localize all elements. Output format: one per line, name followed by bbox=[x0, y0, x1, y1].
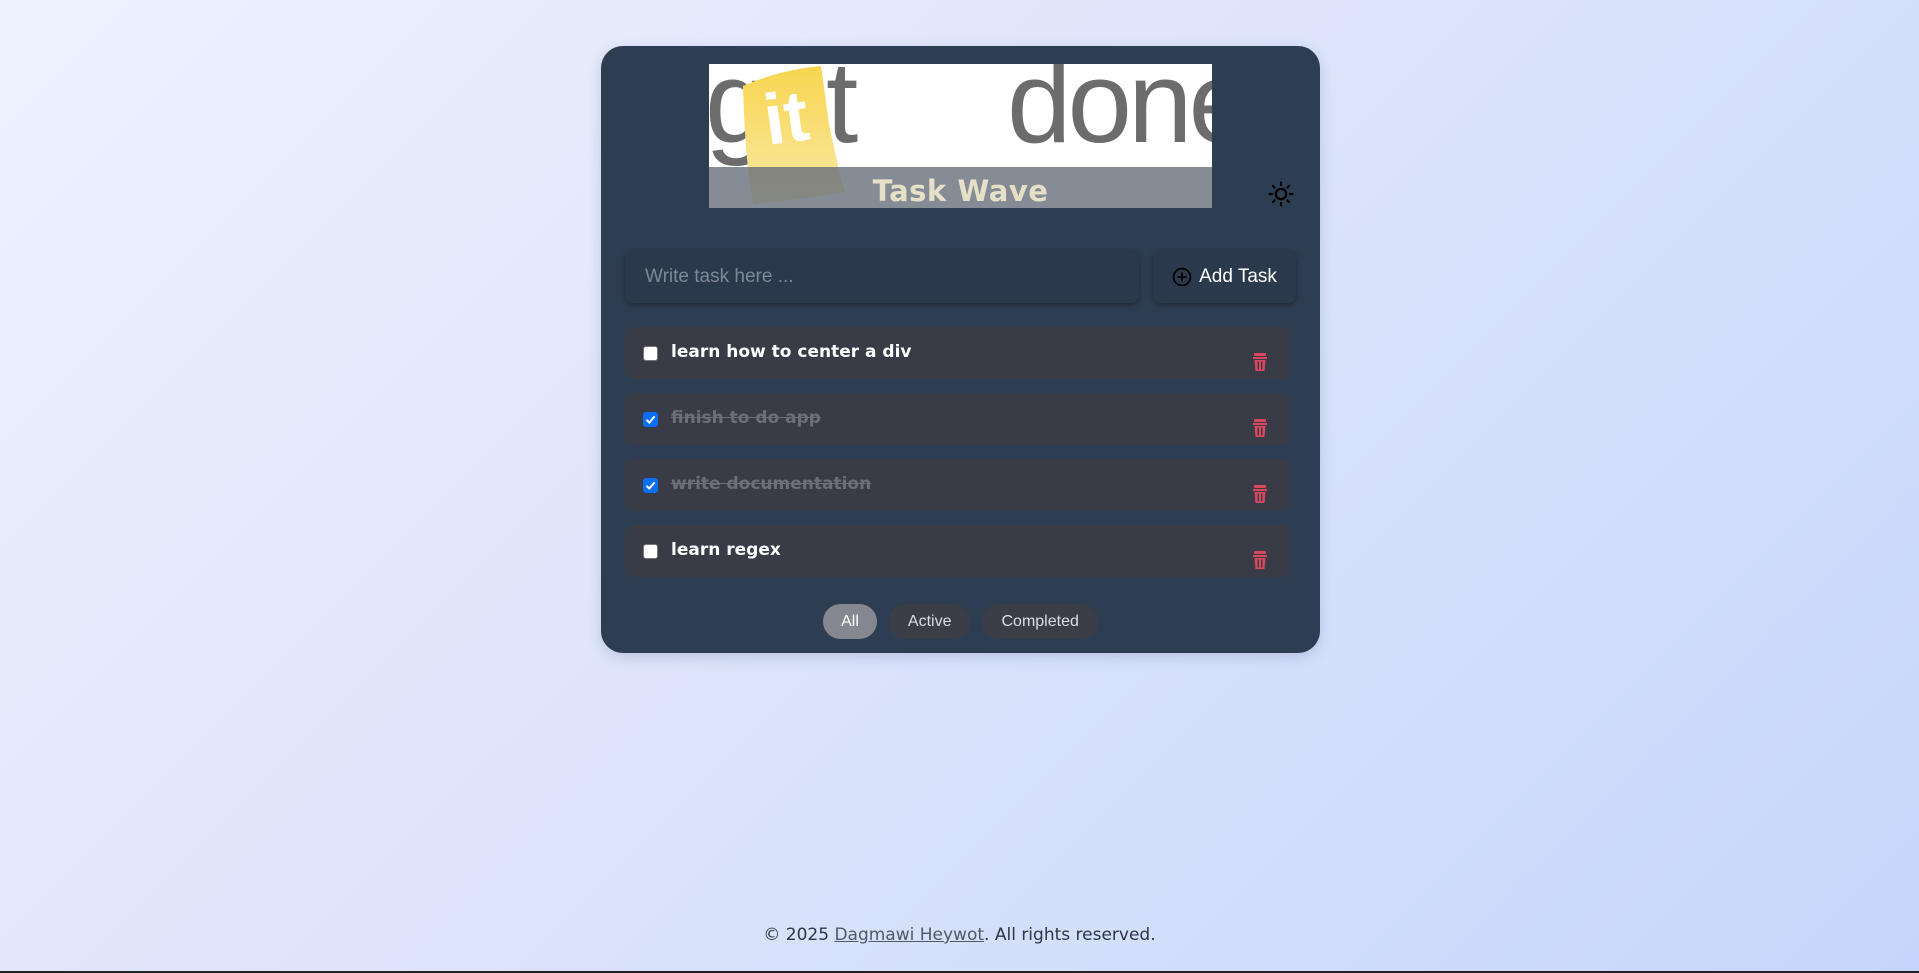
theme-toggle-button[interactable] bbox=[1267, 180, 1295, 208]
trash-icon bbox=[1253, 485, 1267, 503]
task-checkbox[interactable] bbox=[643, 412, 658, 427]
filter-all-button[interactable]: All bbox=[823, 604, 877, 639]
task-item: write documentation bbox=[625, 459, 1289, 511]
app-logo: get it done Task Wave bbox=[709, 64, 1212, 208]
task-text: write documentation bbox=[671, 474, 872, 494]
task-list: learn how to center a div finish to do a… bbox=[625, 327, 1289, 591]
checkmark-icon bbox=[645, 481, 656, 490]
footer-author-link[interactable]: Dagmawi Heywot bbox=[834, 925, 984, 945]
delete-task-button[interactable] bbox=[1251, 484, 1269, 504]
task-item: learn how to center a div bbox=[625, 327, 1289, 379]
trash-icon bbox=[1253, 551, 1267, 569]
checkmark-icon bbox=[645, 415, 656, 424]
app-title: Task Wave bbox=[872, 174, 1049, 208]
add-task-button[interactable]: Add Task bbox=[1153, 250, 1296, 303]
add-task-label: Add Task bbox=[1199, 265, 1277, 287]
task-text: learn regex bbox=[671, 540, 781, 560]
filter-completed-button[interactable]: Completed bbox=[982, 604, 1098, 639]
sun-icon bbox=[1268, 181, 1294, 207]
footer-rights: . All rights reserved. bbox=[984, 925, 1156, 945]
logo-wordmark-done: done bbox=[1007, 64, 1212, 167]
footer: © 2025 Dagmawi Heywot. All rights reserv… bbox=[0, 925, 1919, 945]
task-item: finish to do app bbox=[625, 393, 1289, 445]
trash-icon bbox=[1253, 353, 1267, 371]
delete-task-button[interactable] bbox=[1251, 418, 1269, 438]
delete-task-button[interactable] bbox=[1251, 550, 1269, 570]
delete-task-button[interactable] bbox=[1251, 352, 1269, 372]
trash-icon bbox=[1253, 419, 1267, 437]
logo-banner: Task Wave bbox=[709, 167, 1212, 208]
task-text: learn how to center a div bbox=[671, 342, 912, 362]
new-task-input[interactable] bbox=[625, 250, 1139, 303]
filter-active-button[interactable]: Active bbox=[888, 604, 971, 639]
task-checkbox[interactable] bbox=[643, 346, 658, 361]
task-checkbox[interactable] bbox=[643, 478, 658, 493]
plus-circle-icon bbox=[1172, 267, 1192, 286]
task-item: learn regex bbox=[625, 525, 1289, 577]
task-checkbox[interactable] bbox=[643, 544, 658, 559]
task-text: finish to do app bbox=[671, 408, 821, 428]
todo-app-card: get it done Task Wave bbox=[601, 46, 1320, 653]
filter-bar: All Active Completed bbox=[601, 604, 1320, 639]
footer-copyright: © 2025 bbox=[763, 925, 835, 945]
